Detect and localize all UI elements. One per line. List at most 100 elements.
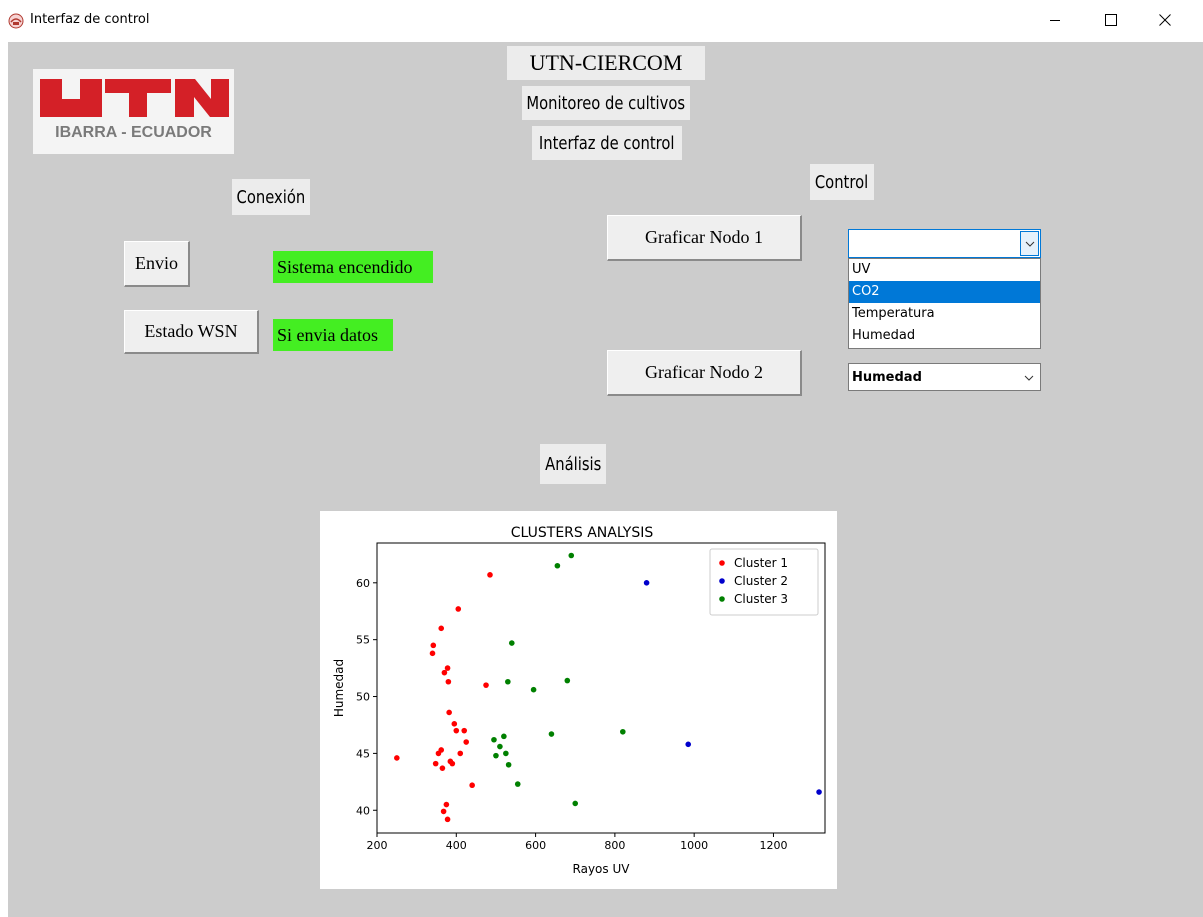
x-tick-label: 800 [604, 839, 625, 852]
cluster-1-point [432, 760, 439, 767]
graph-node2-button[interactable]: Graficar Nodo 2 [607, 350, 802, 396]
window-title: Interfaz de control [30, 12, 150, 27]
cluster-3-point [530, 686, 537, 693]
cluster-3-point [554, 562, 561, 569]
clusters-chart-frame: CLUSTERS ANALYSIS 200 400 600 800 1000 1200 40… [320, 511, 837, 889]
maximize-button[interactable] [1096, 6, 1126, 34]
chart-legend: Cluster 1 Cluster 2 Cluster 3 [709, 548, 819, 616]
org-title: UTN-CIERCOM [507, 46, 705, 80]
cluster-3-point [514, 781, 521, 787]
cluster-1-point [438, 625, 445, 632]
legend-entry: Cluster 1 [734, 556, 788, 570]
cluster-1-point [463, 739, 470, 745]
minimize-button[interactable] [1040, 6, 1070, 34]
chevron-down-icon [1024, 375, 1034, 381]
cluster-3-point [508, 640, 515, 646]
y-tick-label: 50 [356, 691, 370, 704]
system-status-label: Sistema encendido [273, 251, 433, 283]
connection-section-label: Conexión [232, 179, 310, 215]
graph-node1-button[interactable]: Graficar Nodo 1 [607, 215, 802, 261]
y-tick-label: 55 [356, 634, 370, 647]
cluster-3-point [572, 800, 579, 807]
app-emblem-icon [8, 13, 24, 29]
chevron-down-icon [1025, 241, 1034, 247]
cluster-1-point [441, 669, 448, 676]
x-axis-label: Rayos UV [573, 862, 631, 876]
cluster-1-point [445, 678, 452, 685]
chart-title: CLUSTERS ANALYSIS [511, 525, 654, 541]
cluster-1-point [429, 650, 436, 657]
cluster-1-point [443, 801, 450, 808]
legend-entry: Cluster 2 [734, 574, 788, 588]
cluster-3-point [491, 736, 497, 743]
app-subtitle: Monitoreo de cultivos [522, 86, 690, 120]
legend-marker [719, 596, 725, 602]
cluster-1-point [449, 760, 456, 767]
clusters-chart: CLUSTERS ANALYSIS 200 400 600 800 1000 1200 40… [332, 525, 826, 876]
app-title: Interfaz de control [532, 126, 682, 160]
cluster-3-point [493, 752, 499, 759]
cluster-1-point [469, 782, 475, 789]
cluster-1-point [446, 709, 452, 716]
x-tick-label: 1000 [680, 839, 708, 852]
minimize-icon [1050, 20, 1060, 21]
utn-logo: IBARRA - ECUADOR [33, 69, 234, 154]
y-tick-label: 60 [356, 577, 370, 590]
legend-marker [719, 578, 725, 584]
option-temperatura[interactable]: Temperatura [849, 303, 1040, 325]
cluster-1-point [438, 747, 445, 753]
node2-sensor-select[interactable]: Humedad [848, 363, 1041, 391]
cluster-3-point [503, 750, 509, 757]
cluster-1-point [444, 665, 451, 671]
cluster-1-point [487, 572, 493, 578]
cluster-3-point [505, 678, 511, 685]
cluster-1-point [483, 682, 489, 688]
legend-marker [719, 560, 725, 566]
y-tick-label: 40 [356, 804, 370, 817]
title-bar: Interfaz de control [0, 0, 1203, 42]
control-section-label: Control [810, 164, 874, 200]
cluster-1-point [440, 808, 447, 815]
x-tick-label: 1200 [759, 839, 787, 852]
node1-select-arrow[interactable] [1020, 231, 1039, 256]
legend-entry: Cluster 3 [734, 592, 788, 606]
option-uv[interactable]: UV [849, 259, 1040, 281]
option-co2[interactable]: CO2 [849, 281, 1040, 303]
cluster-1-point [453, 727, 460, 734]
cluster-1-point [439, 765, 446, 771]
cluster-3-point [497, 743, 503, 750]
node1-sensor-select[interactable] [848, 229, 1041, 258]
logo-caption: IBARRA - ECUADOR [55, 124, 212, 141]
cluster-3-point [505, 761, 512, 768]
node2-select-value: Humedad [852, 370, 922, 385]
data-status-label: Si envia datos [273, 319, 393, 351]
cluster-3-point [548, 731, 555, 737]
x-tick-label: 600 [525, 839, 546, 852]
cluster-1-point [455, 606, 462, 612]
cluster-1-point [394, 755, 400, 761]
cluster-1-point [457, 750, 464, 757]
x-tick-label: 200 [367, 839, 388, 852]
cluster-2-point [816, 789, 822, 795]
x-tick-label: 400 [446, 839, 467, 852]
close-icon [1159, 14, 1171, 26]
node1-options-list: UV CO2 Temperatura Humedad [848, 258, 1041, 349]
send-button[interactable]: Envio [124, 241, 190, 287]
option-humedad[interactable]: Humedad [849, 325, 1040, 347]
y-axis-label: Humedad [332, 659, 346, 717]
cluster-1-point [430, 642, 437, 649]
cluster-1-point [461, 727, 468, 734]
cluster-3-point [501, 733, 507, 740]
wsn-status-button[interactable]: Estado WSN [124, 310, 259, 354]
cluster-3-point [564, 677, 571, 684]
cluster-2-point [643, 580, 650, 586]
maximize-icon [1105, 14, 1117, 26]
cluster-3-point [620, 728, 626, 735]
cluster-1-point [444, 816, 451, 823]
analysis-section-label: Análisis [540, 444, 606, 484]
cluster-1-point [451, 721, 458, 727]
cluster-3-point [568, 552, 575, 559]
y-tick-label: 45 [356, 747, 370, 760]
close-button[interactable] [1150, 6, 1180, 34]
cluster-2-point [685, 741, 692, 748]
